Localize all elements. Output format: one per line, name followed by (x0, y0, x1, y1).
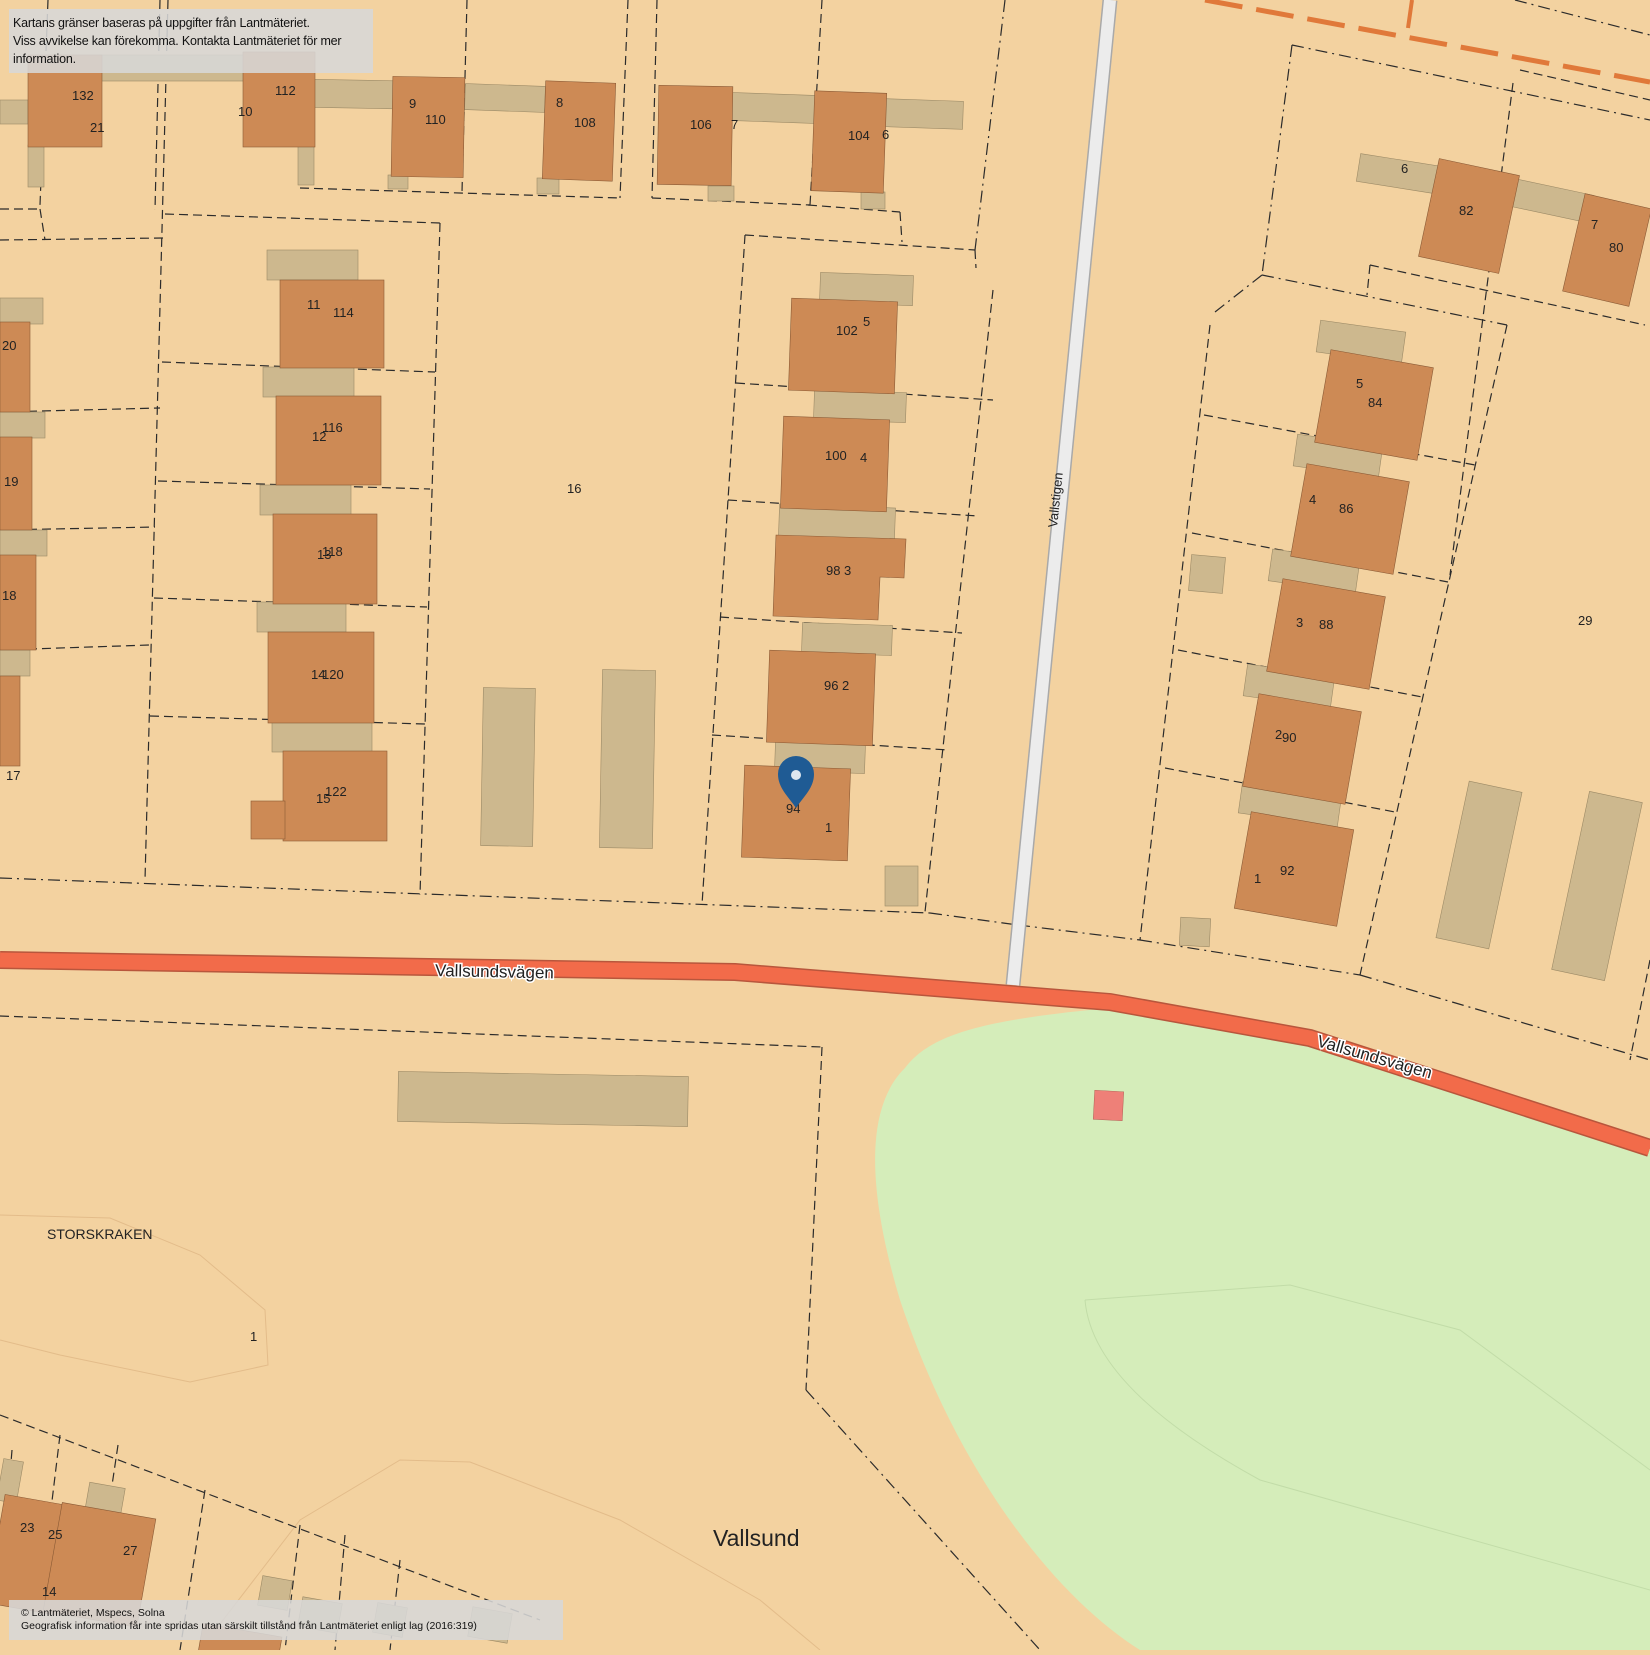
house-label: 110 (425, 112, 446, 127)
house-label: 5 (863, 314, 870, 329)
house-label: 1 (1254, 871, 1261, 886)
house-label: 4 (860, 450, 867, 465)
house-label: 27 (123, 1543, 137, 1558)
road-label-vallsundsvagen-1: Vallsundsvägen (435, 961, 554, 982)
house-label: 21 (90, 120, 104, 135)
house-label: 9 (409, 96, 416, 111)
house-label: 100 (825, 448, 847, 463)
house-label: 102 (836, 323, 858, 338)
map-canvas[interactable]: 132 21 112 10 9 110 8 108 106 7 104 6 11… (0, 0, 1650, 1650)
parcel-29-label: 29 (1578, 613, 1592, 628)
house-label: 4 (1309, 492, 1316, 507)
house-label: 17 (6, 768, 20, 783)
house-label: 116 (322, 420, 343, 435)
house-label: 18 (2, 588, 16, 603)
house-label: 96 (824, 678, 838, 693)
house-label: 3 (1296, 615, 1303, 630)
copyright-line-2: Geografisk information får inte spridas … (21, 1620, 551, 1633)
house-label: 10 (238, 104, 252, 119)
house-label: 114 (333, 305, 354, 320)
house-label: 92 (1280, 863, 1294, 878)
house-label: 82 (1459, 203, 1473, 218)
house-label: 112 (275, 83, 296, 98)
house-label: 3 (844, 563, 851, 578)
house-label: 2 (842, 678, 849, 693)
house-label: 86 (1339, 501, 1353, 516)
house-label: 8 (556, 95, 563, 110)
house-label: 5 (1356, 376, 1363, 391)
map-svg[interactable]: 132 21 112 10 9 110 8 108 106 7 104 6 11… (0, 0, 1650, 1650)
house-label: 120 (322, 667, 344, 682)
house-label: 6 (882, 127, 889, 142)
disclaimer-line-2: Viss avvikelse kan förekomma. Kontakta L… (13, 32, 369, 68)
house-label: 122 (325, 784, 347, 799)
house-label: 23 (20, 1520, 34, 1535)
storskraken-number-label: 1 (250, 1329, 257, 1344)
parcel-16-label: 16 (567, 481, 581, 496)
house-label: 90 (1282, 730, 1296, 745)
house-label: 7 (731, 117, 738, 132)
boundary-disclaimer: Kartans gränser baseras på uppgifter frå… (9, 9, 373, 73)
house-label: 6 (1401, 161, 1408, 176)
house-label: 80 (1609, 240, 1623, 255)
house-label: 118 (322, 544, 343, 559)
house-label: 11 (307, 297, 321, 312)
house-label: 20 (2, 338, 16, 353)
house-label: 14 (42, 1584, 56, 1599)
park-kiosk (1093, 1090, 1123, 1120)
house-label: 108 (574, 115, 596, 130)
house-label: 104 (848, 128, 870, 143)
house-label: 7 (1591, 217, 1598, 232)
house-label: 19 (4, 474, 18, 489)
house-label: 98 (826, 563, 840, 578)
house-label: 25 (48, 1527, 62, 1542)
house-label: 88 (1319, 617, 1333, 632)
house-label: 106 (690, 117, 712, 132)
house-label: 132 (72, 88, 94, 103)
copyright-line-1: © Lantmäteriet, Mspecs, Solna (21, 1607, 551, 1620)
disclaimer-line-1: Kartans gränser baseras på uppgifter frå… (13, 14, 369, 32)
district-label: Vallsund (713, 1525, 800, 1551)
house-label: 1 (825, 820, 832, 835)
storskraken-label: STORSKRAKEN (47, 1226, 153, 1242)
house-label: 84 (1368, 395, 1382, 410)
copyright-notice: © Lantmäteriet, Mspecs, Solna Geografisk… (9, 1600, 563, 1640)
